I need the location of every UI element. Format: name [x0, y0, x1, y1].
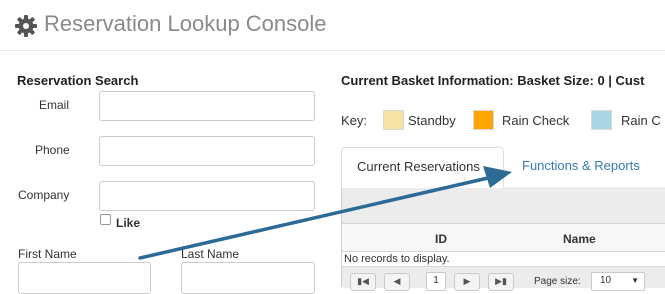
- last-name-label: Last Name: [181, 247, 240, 261]
- search-section-title: Reservation Search: [17, 73, 139, 88]
- key-label: Key:: [341, 113, 368, 128]
- page-size-select[interactable]: 10 ▼: [591, 272, 645, 291]
- standby-swatch: [383, 110, 404, 130]
- tab-functions-reports[interactable]: Functions & Reports: [508, 147, 640, 188]
- page-number-button[interactable]: 1: [426, 272, 446, 291]
- column-header-name[interactable]: Name: [563, 232, 596, 246]
- rain-c-swatch: [591, 110, 612, 130]
- tab-current-reservations[interactable]: Current Reservations: [341, 147, 504, 188]
- grid-pager: ▮◀ ◀ 1 ▶ ▶▮ Page size: 10 ▼: [342, 266, 665, 291]
- first-name-label: First Name: [18, 247, 77, 261]
- email-label: Email: [39, 98, 70, 112]
- grid-header-row: [342, 224, 665, 252]
- key-standby-label: Standby: [408, 113, 456, 128]
- phone-field[interactable]: [99, 136, 315, 166]
- like-checkbox[interactable]: [100, 214, 111, 225]
- phone-label: Phone: [35, 143, 70, 157]
- gear-icon: [15, 15, 37, 37]
- company-field[interactable]: [99, 181, 315, 211]
- grid-toolbar: [342, 187, 665, 224]
- page-size-label: Page size:: [534, 276, 581, 287]
- column-header-id[interactable]: ID: [435, 232, 447, 246]
- last-page-button[interactable]: ▶▮: [488, 273, 514, 291]
- company-label: Company: [18, 188, 70, 202]
- rain-check-swatch: [473, 110, 494, 130]
- prev-page-button[interactable]: ◀: [384, 273, 410, 291]
- reservations-grid: ID Name No records to display. ▮◀ ◀ 1 ▶ …: [341, 187, 665, 291]
- app-header: Reservation Lookup Console: [0, 0, 665, 51]
- empty-message: No records to display.: [344, 253, 450, 265]
- page-size-value: 10: [600, 275, 612, 286]
- key-rain-c-label: Rain C: [621, 113, 661, 128]
- last-name-field[interactable]: [181, 262, 315, 294]
- page-title: Reservation Lookup Console: [44, 11, 327, 36]
- like-label: Like: [116, 216, 141, 230]
- first-name-field[interactable]: [18, 262, 151, 294]
- next-page-button[interactable]: ▶: [454, 273, 480, 291]
- email-field[interactable]: [99, 91, 315, 121]
- first-page-button[interactable]: ▮◀: [350, 273, 376, 291]
- basket-info: Current Basket Information: Basket Size:…: [341, 73, 645, 88]
- key-rain-check-label: Rain Check: [502, 113, 570, 128]
